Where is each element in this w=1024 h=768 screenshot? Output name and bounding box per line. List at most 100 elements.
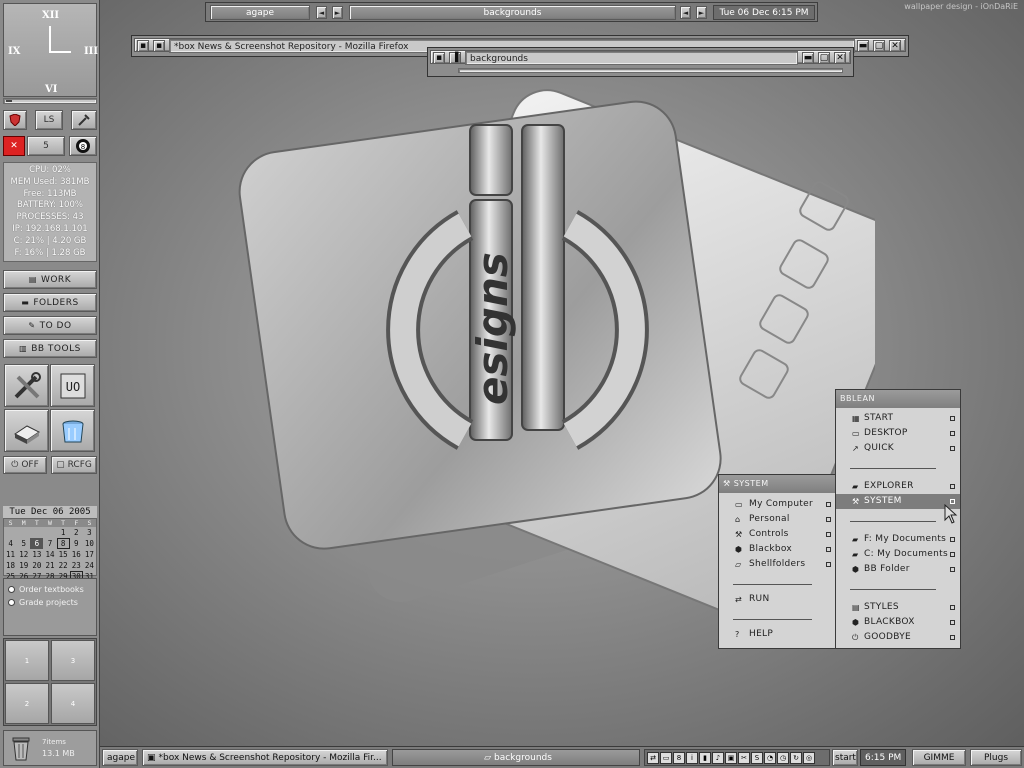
menu-item-blackbox[interactable]: ⬢ BLACKBOX bbox=[836, 615, 960, 630]
menu-item-blackbox[interactable]: ⬢ Blackbox bbox=[719, 542, 836, 557]
menu-item-system[interactable]: ⚒ SYSTEM bbox=[836, 494, 960, 509]
menu-item-f-my-documents[interactable]: ▰ F: My Documents bbox=[836, 532, 960, 547]
calendar-day[interactable]: 17 bbox=[83, 549, 96, 560]
backgrounds-titlebar[interactable]: ▪ ▐ backgrounds ▬ ▢ ✕ bbox=[430, 50, 851, 65]
calendar-day[interactable]: 13 bbox=[30, 549, 43, 560]
calendar-day[interactable]: 3 bbox=[83, 527, 96, 538]
menu-item-help[interactable]: ? HELP bbox=[719, 627, 836, 642]
menu-item-controls[interactable]: ⚒ Controls bbox=[719, 527, 836, 542]
window-pin-button[interactable]: ▪ bbox=[153, 40, 165, 52]
desktop-2[interactable]: 2 bbox=[5, 683, 49, 724]
calendar-day[interactable]: 10 bbox=[83, 538, 96, 549]
recycle-bin[interactable]: 7items 13.1 MB bbox=[3, 730, 97, 766]
menu-item-styles[interactable]: ▤ STYLES bbox=[836, 600, 960, 615]
workspace-prev-button[interactable]: ◄ bbox=[316, 6, 327, 19]
eightball-icon[interactable]: 8 bbox=[673, 751, 685, 764]
battery-icon[interactable]: ▮ bbox=[699, 751, 711, 764]
close-button[interactable]: ✕ bbox=[834, 52, 846, 64]
toolbar-clock[interactable]: Tue 06 Dec 6:15 PM bbox=[713, 5, 815, 20]
volume-icon[interactable]: ◔ bbox=[764, 751, 776, 764]
todo-item[interactable]: Order textbooks bbox=[8, 585, 92, 594]
todo-button[interactable]: ✎ TO DO bbox=[3, 316, 97, 335]
dropper-button[interactable] bbox=[71, 110, 97, 130]
menu-item-my-computer[interactable]: ▭ My Computer bbox=[719, 497, 836, 512]
window-menu-button[interactable]: ▪ bbox=[433, 52, 445, 64]
current-window-label[interactable]: backgrounds bbox=[349, 5, 676, 20]
maximize-button[interactable]: ▢ bbox=[818, 52, 830, 64]
calendar-day[interactable]: 5 bbox=[17, 538, 30, 549]
rcfg-button[interactable]: ▢ RCFG bbox=[51, 456, 97, 474]
window-pin-button[interactable]: ▐ bbox=[449, 52, 461, 64]
counter-button[interactable]: 5 bbox=[27, 136, 65, 156]
ls-button[interactable]: LS bbox=[35, 110, 63, 130]
taskbar-task-firefox[interactable]: ▣ *box News & Screenshot Repository - Moz… bbox=[142, 749, 388, 766]
calendar-day[interactable]: 20 bbox=[30, 560, 43, 571]
work-button[interactable]: ▤ WORK bbox=[3, 270, 97, 289]
desktop-3[interactable]: 3 bbox=[51, 640, 95, 681]
minimize-button[interactable]: ▬ bbox=[857, 40, 869, 52]
menu-item-goodbye[interactable]: ⏻ GOODBYE bbox=[836, 630, 960, 645]
start-button[interactable]: start bbox=[832, 749, 858, 766]
bb-tools-button[interactable]: ▥ BB TOOLS bbox=[3, 339, 97, 358]
calendar-day[interactable]: 2 bbox=[70, 527, 83, 538]
calendar-day[interactable]: 14 bbox=[43, 549, 56, 560]
book-app-button[interactable] bbox=[4, 409, 49, 452]
shield-button[interactable] bbox=[3, 110, 27, 130]
maximize-button[interactable]: ▢ bbox=[873, 40, 885, 52]
window-prev-button[interactable]: ◄ bbox=[680, 6, 691, 19]
desktop-4[interactable]: 4 bbox=[51, 683, 95, 724]
menu-item-run[interactable]: ⇄ RUN bbox=[719, 592, 836, 607]
calendar-day[interactable]: 18 bbox=[4, 560, 17, 571]
calendar-day[interactable]: 12 bbox=[17, 549, 30, 560]
window-next-button[interactable]: ► bbox=[696, 6, 707, 19]
taskbar-clock[interactable]: 6:15 PM bbox=[860, 749, 906, 766]
monitor-icon[interactable]: ▣ bbox=[725, 751, 737, 764]
security-icon[interactable]: S bbox=[751, 751, 763, 764]
plugs-button[interactable]: Plugs bbox=[970, 749, 1022, 766]
taskbar-task-backgrounds[interactable]: ▱ backgrounds bbox=[392, 749, 640, 766]
tools-app-button[interactable] bbox=[4, 364, 49, 407]
close-button[interactable]: ✕ bbox=[889, 40, 901, 52]
todo-radio[interactable] bbox=[8, 586, 15, 593]
minimize-button[interactable]: ▬ bbox=[802, 52, 814, 64]
menu-item-personal[interactable]: ⌂ Personal bbox=[719, 512, 836, 527]
close-red-button[interactable]: ✕ bbox=[3, 136, 25, 156]
calendar-day[interactable]: 4 bbox=[4, 538, 17, 549]
calendar-day[interactable]: 15 bbox=[57, 549, 70, 560]
calendar-day[interactable]: 7 bbox=[43, 538, 56, 549]
calendar-day[interactable]: 23 bbox=[70, 560, 83, 571]
network-icon[interactable]: ⇄ bbox=[647, 751, 659, 764]
sound-icon[interactable]: ♪ bbox=[712, 751, 724, 764]
eightball-button[interactable]: 8 bbox=[69, 136, 97, 156]
menu-item-c-my-documents[interactable]: ▰ C: My Documents bbox=[836, 547, 960, 562]
calendar-day[interactable]: 19 bbox=[17, 560, 30, 571]
menu-item-shellfolders[interactable]: ▱ Shellfolders bbox=[719, 557, 836, 572]
todo-radio[interactable] bbox=[8, 599, 15, 606]
calendar-day[interactable]: 21 bbox=[43, 560, 56, 571]
paint-app-button[interactable] bbox=[50, 409, 95, 452]
calendar-day[interactable]: 6 bbox=[30, 538, 44, 549]
workspace-next-button[interactable]: ► bbox=[332, 6, 343, 19]
calendar-day[interactable]: 16 bbox=[70, 549, 83, 560]
update-icon[interactable]: ↻ bbox=[790, 751, 802, 764]
taskbar-workspace[interactable]: agape bbox=[102, 749, 138, 766]
calendar-day[interactable]: 9 bbox=[70, 538, 83, 549]
menu-item-quick[interactable]: ↗ QUICK bbox=[836, 441, 960, 456]
folders-button[interactable]: ▬ FOLDERS bbox=[3, 293, 97, 312]
info-icon[interactable]: i bbox=[686, 751, 698, 764]
menu-item-explorer[interactable]: ▰ EXPLORER bbox=[836, 479, 960, 494]
todo-item[interactable]: Grade projects bbox=[8, 598, 92, 607]
menu-item-desktop[interactable]: ▭ DESKTOP bbox=[836, 426, 960, 441]
desktop-1[interactable]: 1 bbox=[5, 640, 49, 681]
calendar-day[interactable]: 1 bbox=[57, 527, 70, 538]
calendar-day[interactable]: 11 bbox=[4, 549, 17, 560]
workspace-label[interactable]: agape bbox=[210, 5, 310, 20]
scissors-icon[interactable]: ✂ bbox=[738, 751, 750, 764]
calendar-day[interactable]: 8 bbox=[56, 538, 70, 549]
off-button[interactable]: ⏻ OFF bbox=[3, 456, 47, 474]
globe-icon[interactable]: ◎ bbox=[803, 751, 815, 764]
clock-icon[interactable]: ◷ bbox=[777, 751, 789, 764]
window-menu-button[interactable]: ▪ bbox=[137, 40, 149, 52]
calendar-day[interactable]: 22 bbox=[57, 560, 70, 571]
menu-item-bb-folder[interactable]: ⬢ BB Folder bbox=[836, 562, 960, 577]
